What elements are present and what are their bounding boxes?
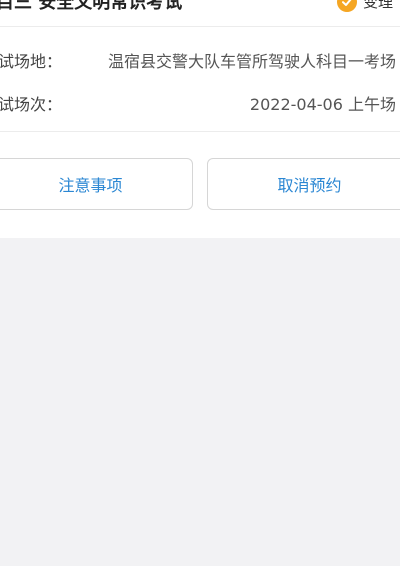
info-divider xyxy=(0,131,400,132)
venue-label: 试场地： xyxy=(0,52,63,71)
venue-value: 温宿县交警大队车管所驾驶人科目一考场 xyxy=(107,52,396,71)
status-text: 变理 xyxy=(363,0,394,11)
header-divider xyxy=(0,26,400,27)
session-row: 试场次： 2022-04-06 上午场 xyxy=(0,91,400,115)
notice-button[interactable]: 注意事项 xyxy=(0,158,193,210)
appointment-card: 目三 安全文明常识考试 变理 试场地： 温宿县交警大队车管所驾驶人科目一考场 试… xyxy=(0,0,400,238)
status-badge: 变理 xyxy=(337,0,393,12)
session-value: 2022-04-06 上午场 xyxy=(249,95,396,114)
session-label: 试场次： xyxy=(0,95,63,114)
check-icon xyxy=(337,0,357,12)
cancel-appointment-button[interactable]: 取消预约 xyxy=(207,158,400,210)
venue-row: 试场地： 温宿县交警大队车管所驾驶人科目一考场 xyxy=(0,48,400,72)
exam-title: 目三 安全文明常识考试 xyxy=(0,0,183,13)
